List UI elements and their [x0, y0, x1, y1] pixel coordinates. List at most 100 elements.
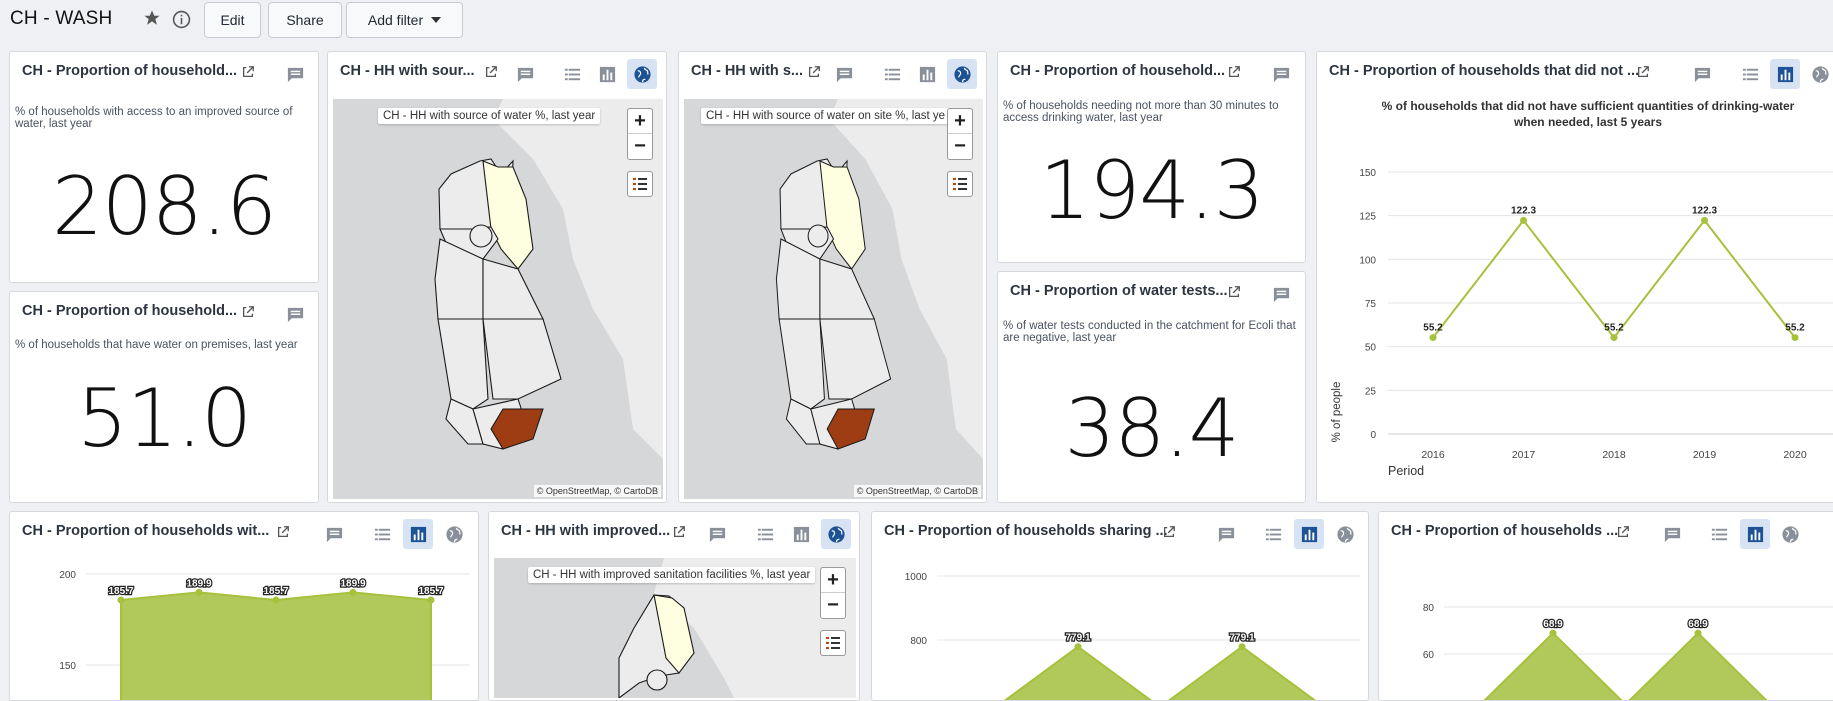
- data-point: [427, 596, 435, 604]
- map-area[interactable]: CH - HH with improved sanitation facilit…: [494, 558, 856, 698]
- card-title[interactable]: CH - Proportion of household...: [22, 303, 237, 319]
- card-title[interactable]: CH - Proportion of household...: [1010, 63, 1225, 79]
- external-link-icon[interactable]: [1636, 65, 1650, 79]
- data-point: [1791, 334, 1799, 342]
- series-line: [1432, 218, 1796, 340]
- series-area: [1168, 645, 1316, 700]
- external-link-icon[interactable]: [484, 65, 498, 79]
- map-view-button[interactable]: [1775, 519, 1805, 549]
- y-tick-label: 50: [1365, 343, 1377, 354]
- map-view-button[interactable]: [439, 519, 469, 549]
- map-view-button[interactable]: [1330, 519, 1360, 549]
- map-area[interactable]: CH - HH with source of water %, last yea…: [333, 99, 663, 499]
- card-subtitle: % of households needing not more than 30…: [1003, 100, 1279, 124]
- legend-toggle-button[interactable]: [820, 630, 846, 656]
- chart-view-button[interactable]: [912, 59, 942, 89]
- card-title[interactable]: CH - Proportion of water tests...: [1010, 283, 1228, 299]
- table-view-button[interactable]: [877, 59, 907, 89]
- external-link-icon[interactable]: [241, 65, 255, 79]
- chart-view-button[interactable]: [592, 59, 622, 89]
- card-title[interactable]: CH - Proportion of households wit...: [22, 523, 269, 539]
- comment-button[interactable]: [1687, 59, 1717, 89]
- map-area[interactable]: CH - HH with source of water on site %, …: [684, 99, 983, 499]
- card-title[interactable]: CH - HH with s...: [691, 63, 803, 79]
- card-title[interactable]: CH - HH with improved...: [501, 523, 670, 539]
- edit-button[interactable]: Edit: [204, 2, 261, 38]
- chart-view-button[interactable]: [1294, 519, 1324, 549]
- zoom-out-button[interactable]: −: [948, 134, 972, 159]
- external-link-icon[interactable]: [1227, 285, 1241, 299]
- table-view-button[interactable]: [750, 519, 780, 549]
- add-filter-label: Add filter: [367, 12, 424, 28]
- card-thirty-minutes: CH - Proportion of household... % of hou…: [997, 51, 1306, 263]
- chart-view-button[interactable]: [1770, 59, 1800, 89]
- globe-icon: [445, 525, 463, 543]
- add-filter-button[interactable]: Add filter: [346, 2, 463, 38]
- comment-icon: [1694, 67, 1710, 82]
- card-title[interactable]: CH - HH with sour...: [340, 63, 475, 79]
- table-view-button[interactable]: [1704, 519, 1734, 549]
- external-link-icon[interactable]: [276, 525, 290, 539]
- map-attribution[interactable]: © OpenStreetMap, © CartoDB: [853, 485, 981, 497]
- comment-button[interactable]: [319, 519, 349, 549]
- card-title[interactable]: CH - Proportion of households sharing ..…: [884, 523, 1168, 539]
- data-point: [1610, 334, 1618, 342]
- region-shapes: [434, 158, 562, 450]
- comment-button[interactable]: [1657, 519, 1687, 549]
- table-view-button[interactable]: [557, 59, 587, 89]
- star-icon[interactable]: [143, 9, 161, 27]
- comment-button[interactable]: [510, 59, 540, 89]
- data-point: [1074, 643, 1082, 651]
- series-area: [1628, 631, 1768, 700]
- map-view-button[interactable]: [947, 59, 977, 89]
- map-view-button[interactable]: [821, 519, 851, 549]
- legend-icon: [826, 637, 840, 649]
- card-title[interactable]: CH - Proportion of household...: [22, 63, 237, 79]
- zoom-in-button[interactable]: +: [948, 109, 972, 134]
- info-icon[interactable]: [172, 10, 191, 29]
- legend-toggle-button[interactable]: [627, 171, 653, 197]
- map-legend-label: CH - HH with improved sanitation facilit…: [528, 567, 816, 583]
- card-title[interactable]: CH - Proportion of households that did n…: [1329, 63, 1639, 79]
- chart-view-button[interactable]: [786, 519, 816, 549]
- data-point: [195, 588, 203, 596]
- external-link-icon[interactable]: [241, 305, 255, 319]
- external-link-icon[interactable]: [1227, 65, 1241, 79]
- comment-button[interactable]: [1211, 519, 1241, 549]
- zoom-in-button[interactable]: +: [821, 568, 845, 593]
- chart-view-button[interactable]: [403, 519, 433, 549]
- table-view-button[interactable]: [1735, 59, 1765, 89]
- chart-view-button[interactable]: [1740, 519, 1770, 549]
- zoom-in-button[interactable]: +: [628, 109, 652, 134]
- chart-title-line1: % of households that did not have suffic…: [1382, 99, 1795, 113]
- table-view-button[interactable]: [1258, 519, 1288, 549]
- data-label: 122.3: [1692, 205, 1717, 216]
- comment-button[interactable]: [280, 59, 310, 89]
- card-title[interactable]: CH - Proportion of households ...: [1391, 523, 1618, 539]
- table-icon: [1742, 68, 1758, 80]
- map-view-button[interactable]: [627, 59, 657, 89]
- comment-button[interactable]: [280, 299, 310, 329]
- zoom-out-button[interactable]: −: [628, 134, 652, 159]
- external-link-icon[interactable]: [672, 525, 686, 539]
- external-link-icon[interactable]: [1162, 525, 1176, 539]
- comment-button[interactable]: [702, 519, 732, 549]
- comment-button[interactable]: [829, 59, 859, 89]
- globe-icon: [827, 525, 845, 543]
- legend-icon: [633, 178, 647, 190]
- table-view-button[interactable]: [367, 519, 397, 549]
- legend-toggle-button[interactable]: [947, 171, 973, 197]
- zoom-out-button[interactable]: −: [821, 593, 845, 618]
- comment-button[interactable]: [1266, 59, 1296, 89]
- comment-button[interactable]: [1266, 279, 1296, 309]
- share-button[interactable]: Share: [268, 2, 342, 38]
- comment-icon: [836, 67, 852, 82]
- map-view-button[interactable]: [1805, 59, 1833, 89]
- card-improved-sanitation: CH - HH with improved... CH - HH with im…: [488, 511, 860, 701]
- data-label: 185.7: [108, 586, 133, 597]
- bar-chart-icon: [410, 526, 426, 542]
- card-water-premises: CH - Proportion of household... % of hou…: [9, 291, 319, 503]
- external-link-icon[interactable]: [1616, 525, 1630, 539]
- external-link-icon[interactable]: [807, 65, 821, 79]
- map-attribution[interactable]: © OpenStreetMap, © CartoDB: [533, 485, 661, 497]
